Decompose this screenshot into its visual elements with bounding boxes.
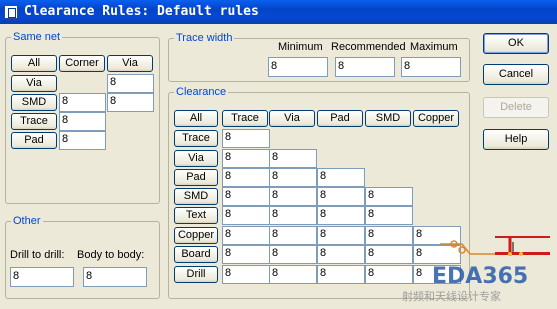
- clearance-col-copper-button[interactable]: Copper: [413, 110, 459, 127]
- clearance-col-via-button[interactable]: Via: [269, 110, 315, 127]
- cancel-button[interactable]: Cancel: [483, 64, 549, 85]
- trace-width-legend: Trace width: [174, 32, 235, 44]
- same-net-smd-corner-field[interactable]: 8: [59, 93, 106, 112]
- clearance-cell-pad-via[interactable]: 8: [269, 168, 317, 187]
- clearance-cell-drill-trace[interactable]: 8: [222, 265, 270, 284]
- same-net-via-via-field[interactable]: 8: [107, 74, 154, 93]
- same-net-smd-row-button[interactable]: SMD: [11, 94, 57, 111]
- clearance-legend: Clearance: [174, 86, 229, 98]
- minimum-width-field[interactable]: 8: [268, 57, 328, 77]
- same-net-pad-corner-field[interactable]: 8: [59, 131, 106, 150]
- clearance-col-trace-button[interactable]: Trace: [222, 110, 268, 127]
- clearance-row-trace-button[interactable]: Trace: [174, 130, 218, 147]
- maximum-label: Maximum: [410, 41, 458, 53]
- clearance-row-text-button[interactable]: Text: [174, 207, 218, 224]
- clearance-cell-drill-via[interactable]: 8: [269, 265, 317, 284]
- clearance-col-pad-button[interactable]: Pad: [317, 110, 363, 127]
- clearance-cell-text-smd[interactable]: 8: [365, 206, 413, 225]
- ok-button[interactable]: OK: [483, 33, 549, 54]
- watermark-subtitle: 射频和天线设计专家: [402, 290, 501, 303]
- watermark-brand: EDA365: [432, 264, 529, 289]
- same-net-trace-corner-field[interactable]: 8: [59, 112, 106, 131]
- clearance-row-smd-button[interactable]: SMD: [174, 188, 218, 205]
- clearance-row-copper-button[interactable]: Copper: [174, 227, 218, 244]
- window-title: Clearance Rules: Default rules: [24, 4, 259, 19]
- clearance-cell-drill-pad[interactable]: 8: [317, 265, 365, 284]
- clearance-cell-smd-pad[interactable]: 8: [317, 187, 365, 206]
- clearance-cell-board-via[interactable]: 8: [269, 245, 317, 264]
- body-to-body-field[interactable]: 8: [83, 267, 147, 287]
- help-button[interactable]: Help: [483, 129, 549, 150]
- other-legend: Other: [11, 215, 43, 227]
- clearance-cell-text-pad[interactable]: 8: [317, 206, 365, 225]
- clearance-cell-trace-trace[interactable]: 8: [222, 129, 270, 148]
- same-net-corner-button[interactable]: Corner: [59, 55, 105, 72]
- title-bar[interactable]: Clearance Rules: Default rules: [0, 0, 557, 24]
- clearance-cell-smd-trace[interactable]: 8: [222, 187, 270, 206]
- same-net-smd-via-field[interactable]: 8: [107, 93, 154, 112]
- clearance-cell-copper-via[interactable]: 8: [269, 226, 317, 245]
- clearance-cell-smd-via[interactable]: 8: [269, 187, 317, 206]
- same-net-via-col-button[interactable]: Via: [107, 55, 153, 72]
- clearance-row-board-button[interactable]: Board: [174, 246, 218, 263]
- minimum-label: Minimum: [278, 41, 323, 53]
- clearance-cell-copper-pad[interactable]: 8: [317, 226, 365, 245]
- clearance-cell-text-trace[interactable]: 8: [222, 206, 270, 225]
- same-net-pad-row-button[interactable]: Pad: [11, 132, 57, 149]
- clearance-all-button[interactable]: All: [174, 110, 218, 127]
- clearance-cell-copper-trace[interactable]: 8: [222, 226, 270, 245]
- clearance-cell-via-trace[interactable]: 8: [222, 149, 270, 168]
- same-net-legend: Same net: [11, 31, 63, 43]
- clearance-cell-text-via[interactable]: 8: [269, 206, 317, 225]
- same-net-trace-row-button[interactable]: Trace: [11, 113, 57, 130]
- clearance-cell-via-via[interactable]: 8: [269, 149, 317, 168]
- clearance-row-pad-button[interactable]: Pad: [174, 169, 218, 186]
- clearance-cell-board-trace[interactable]: 8: [222, 245, 270, 264]
- drill-to-drill-label: Drill to drill:: [10, 249, 65, 261]
- clearance-col-smd-button[interactable]: SMD: [365, 110, 411, 127]
- clearance-cell-pad-pad[interactable]: 8: [317, 168, 365, 187]
- eda365-watermark: EDA365 射频和天线设计专家: [400, 234, 557, 306]
- clearance-cell-board-pad[interactable]: 8: [317, 245, 365, 264]
- same-net-all-button[interactable]: All: [11, 55, 57, 72]
- window-icon: [4, 5, 18, 19]
- body-to-body-label: Body to body:: [77, 249, 145, 261]
- clearance-cell-smd-smd[interactable]: 8: [365, 187, 413, 206]
- clearance-row-via-button[interactable]: Via: [174, 150, 218, 167]
- drill-to-drill-field[interactable]: 8: [10, 267, 74, 287]
- clearance-row-drill-button[interactable]: Drill: [174, 266, 218, 283]
- same-net-via-row-button[interactable]: Via: [11, 75, 57, 92]
- delete-button: Delete: [483, 97, 549, 118]
- recommended-width-field[interactable]: 8: [335, 57, 395, 77]
- clearance-cell-pad-trace[interactable]: 8: [222, 168, 270, 187]
- recommended-label: Recommended: [331, 41, 406, 53]
- maximum-width-field[interactable]: 8: [401, 57, 461, 77]
